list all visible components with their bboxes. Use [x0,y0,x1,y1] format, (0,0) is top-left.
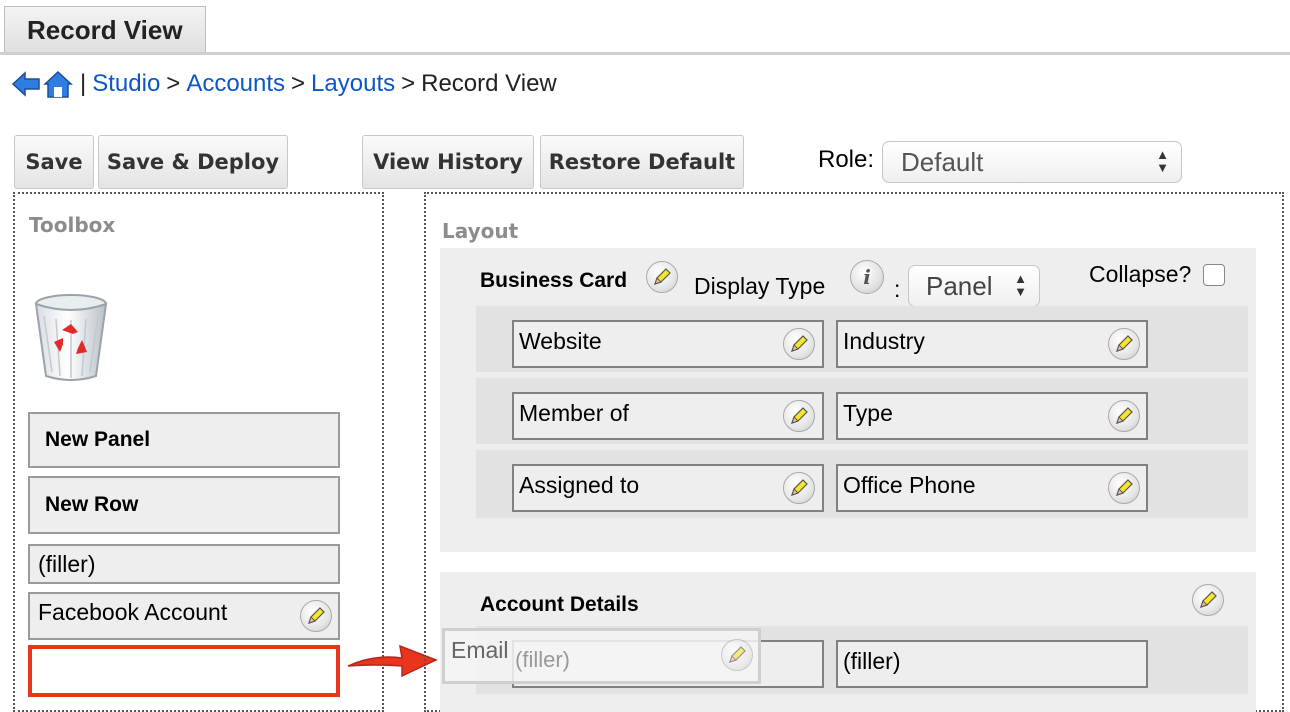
back-arrow-icon[interactable] [10,68,42,100]
filler-item[interactable]: (filler) [28,544,340,584]
pencil-icon[interactable] [646,261,678,293]
pencil-icon[interactable] [783,400,815,432]
breadcrumb-current: Record View [421,70,557,97]
pencil-icon[interactable] [1108,472,1140,504]
tab-divider [0,52,1290,55]
pencil-icon[interactable] [783,472,815,504]
select-arrows-icon: ▲ ▼ [1014,271,1027,299]
home-icon[interactable] [42,68,74,100]
info-icon[interactable]: i [850,260,884,294]
breadcrumb-separator: > [401,70,416,97]
dragged-field-label: Email [451,637,509,663]
role-value: Default [901,147,984,177]
field-industry[interactable]: Industry [836,320,1148,368]
pencil-icon[interactable] [721,639,753,671]
underlying-filler-label: (filler) [515,647,570,672]
breadcrumb-layouts[interactable]: Layouts [311,70,395,98]
field-label: Type [843,400,893,426]
colon-label: : [894,276,901,302]
field-label: Industry [843,328,925,354]
field-type[interactable]: Type [836,392,1148,440]
recycle-bin-icon[interactable] [32,292,110,384]
role-select[interactable]: Default ▲ ▼ [882,141,1182,183]
field-office-phone[interactable]: Office Phone [836,464,1148,512]
select-arrows-icon: ▲ ▼ [1156,147,1169,175]
collapse-label: Collapse? [1089,261,1192,287]
collapse-checkbox[interactable] [1203,264,1225,286]
save-deploy-button[interactable]: Save & Deploy [98,135,288,189]
field-website[interactable]: Website [512,320,824,368]
panel-name: Account Details [480,593,639,616]
display-type-label: Display Type [694,273,826,299]
field-assigned-to[interactable]: Assigned to [512,464,824,512]
breadcrumb-accounts[interactable]: Accounts [186,70,285,98]
dragged-field-email[interactable]: Email (filler) [442,628,761,684]
breadcrumb-studio[interactable]: Studio [92,70,160,98]
field-label: Office Phone [843,472,976,498]
breadcrumb-separator: > [166,70,181,97]
new-row-item[interactable]: New Row [28,476,340,534]
field-filler[interactable]: (filler) [836,640,1148,688]
pencil-icon[interactable] [300,600,332,632]
layout-title: Layout [442,219,519,243]
breadcrumb-divider: | [80,70,87,97]
display-type-value: Panel [926,271,993,301]
panel-name: Business Card [480,269,628,292]
display-type-select[interactable]: Panel ▲ ▼ [908,265,1040,307]
field-label: Website [519,328,602,354]
field-label: Assigned to [519,472,640,498]
field-label: Member of [519,400,629,426]
pencil-icon[interactable] [1192,584,1224,616]
tab-record-view[interactable]: Record View [4,6,206,54]
restore-default-button[interactable]: Restore Default [540,135,744,189]
new-panel-item[interactable]: New Panel [28,412,340,468]
pencil-icon[interactable] [1108,328,1140,360]
drop-placeholder-highlight [28,645,340,697]
field-label: (filler) [843,648,901,674]
view-history-button[interactable]: View History [362,135,534,189]
facebook-account-label: Facebook Account [38,599,228,625]
role-label: Role: [818,146,875,173]
field-member-of[interactable]: Member of [512,392,824,440]
save-button[interactable]: Save [14,135,94,189]
pencil-icon[interactable] [1108,400,1140,432]
breadcrumb-separator: > [291,70,306,97]
facebook-account-item[interactable]: Facebook Account [28,592,340,640]
pencil-icon[interactable] [783,328,815,360]
toolbox-title: Toolbox [29,213,116,237]
breadcrumb: | Studio > Accounts > Layouts > Record V… [10,64,557,104]
